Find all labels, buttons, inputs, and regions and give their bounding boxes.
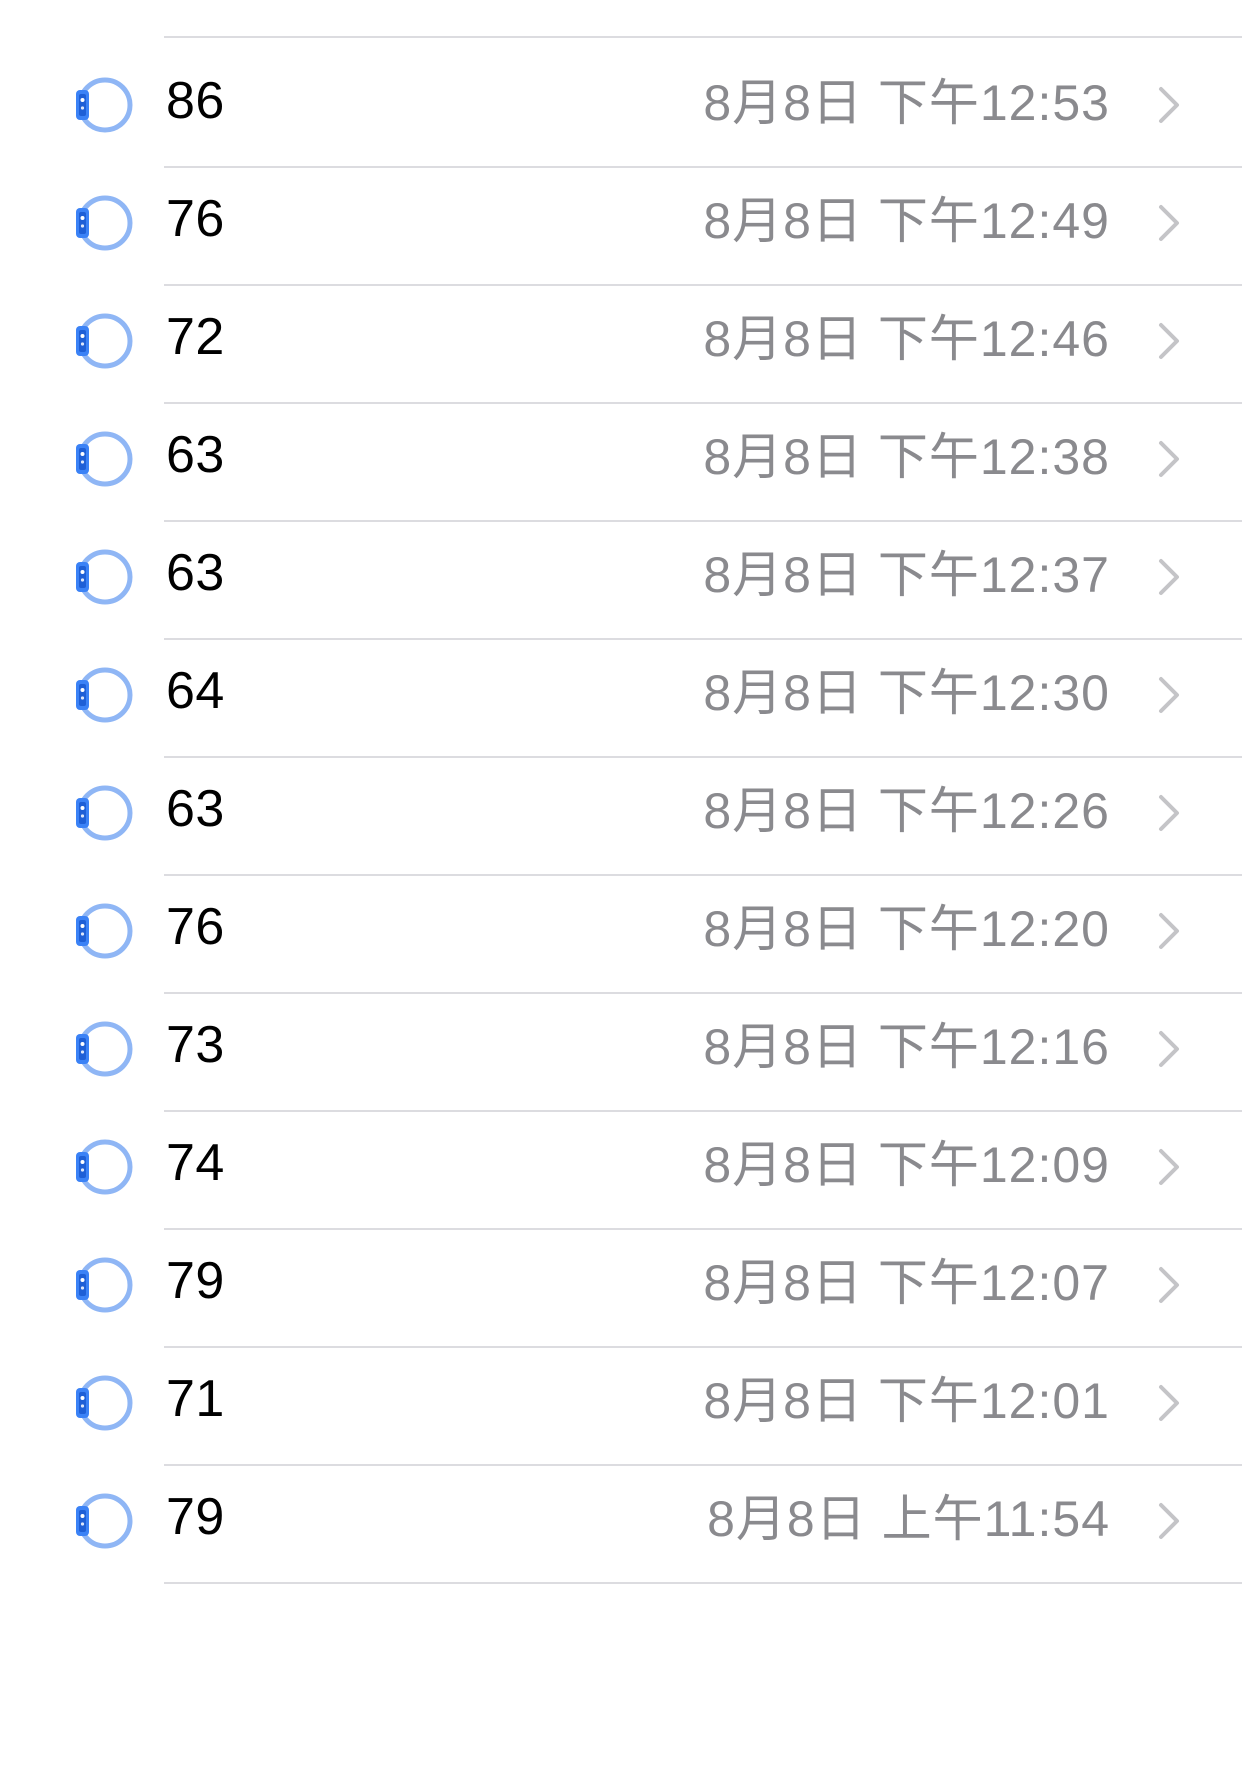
watch-icon	[74, 546, 136, 608]
heart-rate-value: 63	[166, 780, 225, 838]
list-item-3[interactable]: 63 8月8日 下午12:38	[0, 388, 1242, 522]
timestamp: 8月8日 下午12:09	[703, 1137, 1110, 1193]
heart-rate-value: 72	[166, 308, 225, 366]
chevron-right-icon	[1158, 1148, 1180, 1186]
timestamp: 8月8日 下午12:07	[703, 1255, 1110, 1311]
timestamp: 8月8日 下午12:20	[703, 901, 1110, 957]
chevron-right-icon	[1158, 676, 1180, 714]
list-item-7[interactable]: 76 8月8日 下午12:20	[0, 860, 1242, 994]
list-item-10[interactable]: 79 8月8日 下午12:07	[0, 1214, 1242, 1348]
timestamp: 8月8日 下午12:16	[703, 1019, 1110, 1075]
watch-icon	[74, 1254, 136, 1316]
list-item-9[interactable]: 74 8月8日 下午12:09	[0, 1096, 1242, 1230]
list-item-1[interactable]: 76 8月8日 下午12:49	[0, 152, 1242, 286]
chevron-right-icon	[1158, 86, 1180, 124]
watch-icon	[74, 664, 136, 726]
chevron-right-icon	[1158, 794, 1180, 832]
heart-rate-value: 63	[166, 544, 225, 602]
watch-icon	[74, 1018, 136, 1080]
watch-icon	[74, 1490, 136, 1552]
timestamp: 8月8日 下午12:37	[703, 547, 1110, 603]
timestamp: 8月8日 下午12:30	[703, 665, 1110, 721]
watch-icon	[74, 192, 136, 254]
list-item-11[interactable]: 71 8月8日 下午12:01	[0, 1332, 1242, 1466]
heart-rate-value: 71	[166, 1370, 225, 1428]
list-item-2[interactable]: 72 8月8日 下午12:46	[0, 270, 1242, 404]
list-item-8[interactable]: 73 8月8日 下午12:16	[0, 978, 1242, 1112]
row-divider	[164, 1582, 1242, 1584]
chevron-right-icon	[1158, 1384, 1180, 1422]
chevron-right-icon	[1158, 1502, 1180, 1540]
heart-rate-value: 74	[166, 1134, 225, 1192]
watch-icon	[74, 900, 136, 962]
list-item-4[interactable]: 63 8月8日 下午12:37	[0, 506, 1242, 640]
watch-icon	[74, 428, 136, 490]
list-item-0[interactable]: 86 8月8日 下午12:53	[0, 34, 1242, 168]
list-item-12[interactable]: 79 8月8日 上午11:54	[0, 1450, 1242, 1584]
chevron-right-icon	[1158, 1030, 1180, 1068]
chevron-right-icon	[1158, 912, 1180, 950]
timestamp: 8月8日 上午11:54	[707, 1491, 1110, 1547]
watch-icon	[74, 1136, 136, 1198]
chevron-right-icon	[1158, 440, 1180, 478]
timestamp: 8月8日 下午12:49	[703, 193, 1110, 249]
watch-icon	[74, 310, 136, 372]
watch-icon	[74, 1372, 136, 1434]
watch-icon	[74, 782, 136, 844]
chevron-right-icon	[1158, 204, 1180, 242]
heart-rate-value: 64	[166, 662, 225, 720]
watch-icon	[74, 74, 136, 136]
chevron-right-icon	[1158, 322, 1180, 360]
heart-rate-value: 79	[166, 1488, 225, 1546]
timestamp: 8月8日 下午12:53	[703, 75, 1110, 131]
timestamp: 8月8日 下午12:01	[703, 1373, 1110, 1429]
chevron-right-icon	[1158, 1266, 1180, 1304]
timestamp: 8月8日 下午12:38	[703, 429, 1110, 485]
heart-rate-value: 76	[166, 190, 225, 248]
chevron-right-icon	[1158, 558, 1180, 596]
list-item-5[interactable]: 64 8月8日 下午12:30	[0, 624, 1242, 758]
heart-rate-value: 73	[166, 1016, 225, 1074]
timestamp: 8月8日 下午12:26	[703, 783, 1110, 839]
list-item-6[interactable]: 63 8月8日 下午12:26	[0, 742, 1242, 876]
timestamp: 8月8日 下午12:46	[703, 311, 1110, 367]
heart-rate-value: 63	[166, 426, 225, 484]
heart-rate-value: 86	[166, 72, 225, 130]
heart-rate-value: 76	[166, 898, 225, 956]
heart-rate-value: 79	[166, 1252, 225, 1310]
